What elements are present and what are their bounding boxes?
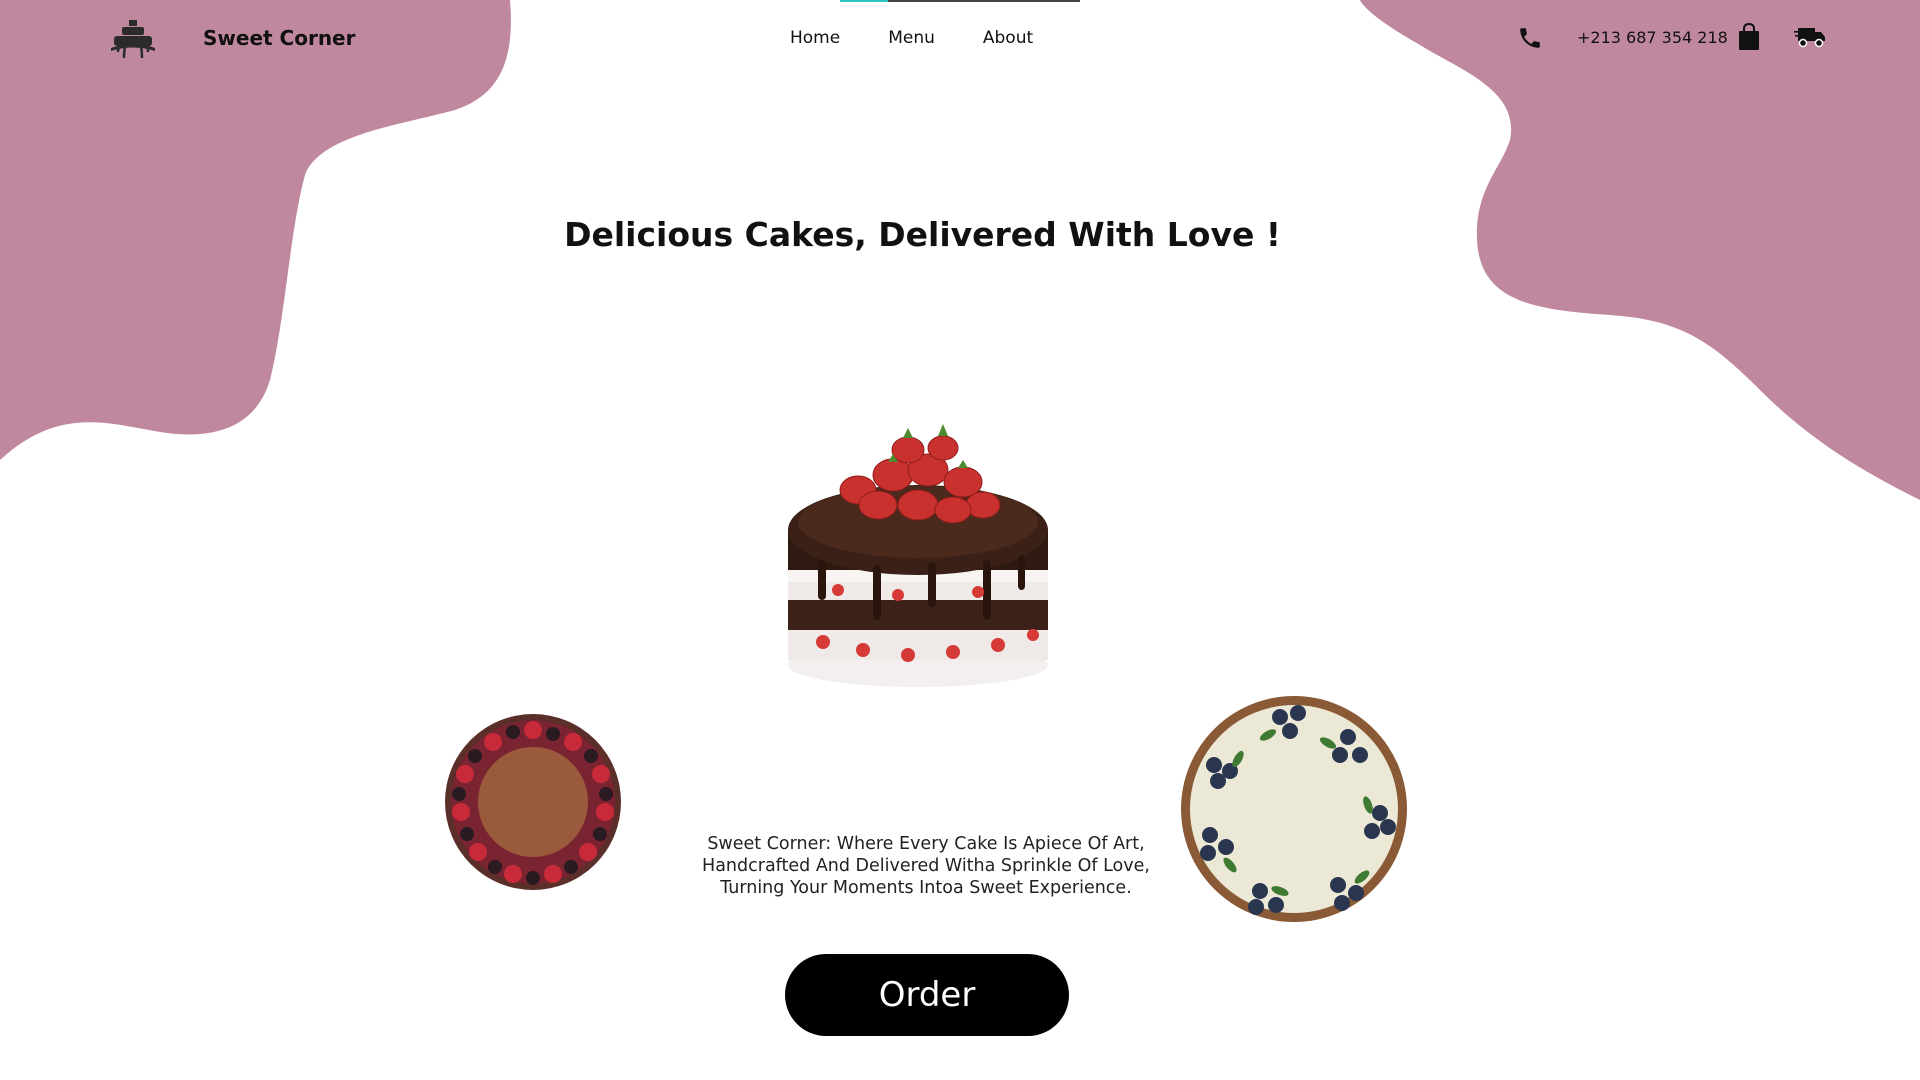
blueberry-cheesecake-image [1181,696,1407,922]
hero-tagline: Sweet Corner: Where Every Cake Is Apiece… [702,834,1150,898]
nav-underline-accent [840,0,888,2]
chocolate-strawberry-cake-image [788,424,1048,687]
phone-number[interactable]: +213 687 354 218 [1577,28,1728,47]
main-nav: Home Menu About [790,28,1033,48]
nav-about-link[interactable]: About [983,28,1033,48]
order-button[interactable]: Order [785,954,1069,1036]
phone-icon[interactable] [1517,25,1543,51]
nav-home-link[interactable]: Home [790,28,840,48]
delivery-truck-icon[interactable] [1794,26,1826,48]
hero-headline: Delicious Cakes, Delivered With Love ! [564,215,1281,254]
shopping-bag-icon[interactable] [1737,23,1761,51]
site-header: Sweet Corner Home Menu About +213 687 35… [0,0,1920,80]
nav-menu-link[interactable]: Menu [888,28,935,48]
brand-name[interactable]: Sweet Corner [203,26,355,50]
cake-stand-icon[interactable] [108,18,158,60]
berry-tart-image [445,714,621,890]
